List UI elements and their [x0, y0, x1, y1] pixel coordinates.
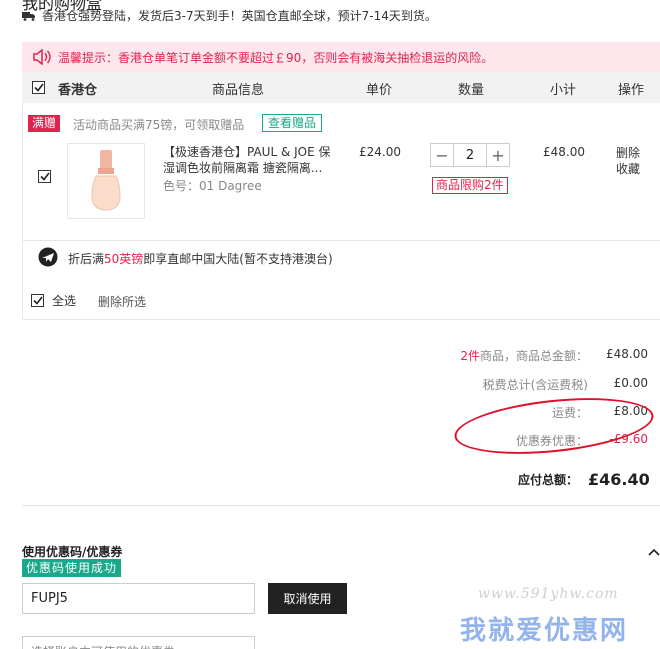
delete-link[interactable]: 删除	[616, 145, 640, 161]
delete-selected-link[interactable]: 删除所选	[98, 293, 146, 310]
shipping-note-text: 香港仓强势登陆，发货后3-7天到手！英国仓直邮全球，预计7-14天到货。	[42, 9, 437, 23]
qty-increase-button[interactable]: +	[487, 144, 509, 166]
header-subtotal: 小计	[550, 83, 577, 98]
summary-items-total: £48.00	[606, 347, 648, 361]
select-all[interactable]: 全选	[31, 292, 76, 309]
warning-banner: 温馨提示：香港仓单笔订单金额不要超过￡90，否则会有被海关抽检退运的风险。	[22, 42, 660, 72]
summary-items-row: 2件商品，商品总金额： £48.00	[460, 347, 648, 364]
item-subtotal: £48.00	[543, 145, 585, 159]
chevron-up-icon[interactable]	[648, 545, 660, 559]
unit-price: £24.00	[359, 145, 401, 159]
annotation-circle	[451, 389, 657, 463]
coupon-success-badge: 优惠码使用成功	[22, 559, 122, 577]
header-unit-price: 单价	[366, 83, 393, 98]
summary-tax-label: 税费总计(含运费税)	[482, 378, 588, 392]
product-name-line1[interactable]: 【极速香港仓】PAUL & JOE 保	[163, 144, 343, 160]
shipping-suffix: 即享直邮中国大陆(暂不支持港澳台)	[143, 252, 333, 266]
cart-table-header: 香港仓 商品信息 单价 数量 小计 操作	[22, 72, 660, 103]
promo-text: 活动商品买满75镑，可领取赠品	[73, 118, 245, 132]
view-gifts-link[interactable]: 查看赠品	[262, 114, 323, 132]
product-name-line2[interactable]: 湿调色妆前隔离霜 搪瓷隔离...	[163, 160, 343, 176]
warehouse-checkbox[interactable]	[32, 81, 45, 94]
warehouse-label: 香港仓	[58, 83, 98, 98]
select-all-checkbox[interactable]	[31, 294, 44, 307]
quantity-stepper: − 2 +	[430, 143, 510, 167]
summary-tax-value: £0.00	[613, 376, 648, 390]
cancel-coupon-button[interactable]: 取消使用	[268, 583, 347, 614]
header-action: 操作	[618, 83, 645, 98]
speaker-icon	[32, 48, 52, 66]
summary-tax-row: 税费总计(含运费税) £0.00	[483, 376, 648, 393]
coupon-select[interactable]: 选择账户中可使用的优惠券	[22, 636, 255, 649]
shipping-promo-text: 折后满50英镑即享直邮中国大陆(暂不支持港澳台)	[68, 250, 333, 267]
shipping-promo-row: 折后满50英镑即享直邮中国大陆(暂不支持港澳台)	[22, 240, 660, 276]
product-image[interactable]	[67, 143, 145, 219]
qty-decrease-button[interactable]: −	[431, 144, 453, 166]
header-quantity: 数量	[458, 83, 485, 98]
purchase-limit-badge: 商品限购2件	[432, 177, 508, 194]
summary-total-label: 应付总额：	[517, 473, 578, 487]
summary-total-value: £46.40	[588, 470, 650, 489]
item-actions: 删除 收藏	[616, 145, 640, 177]
product-name[interactable]: 【极速香港仓】PAUL & JOE 保 湿调色妆前隔离霜 搪瓷隔离...	[163, 144, 343, 176]
coupon-code-input[interactable]	[22, 583, 255, 614]
qty-value[interactable]: 2	[453, 144, 487, 166]
shipping-note: 香港仓强势登陆，发货后3-7天到手！英国仓直邮全球，预计7-14天到货。	[22, 8, 437, 24]
summary-items-label: 2件商品，商品总金额：	[460, 347, 588, 364]
item-checkbox[interactable]	[38, 170, 51, 183]
promo-tag: 满赠	[28, 115, 61, 132]
watermark-url: www.591yhw.com	[478, 586, 619, 602]
shipping-prefix: 折后满	[68, 252, 105, 266]
truck-icon	[22, 11, 36, 21]
shipping-threshold: 50英镑	[104, 252, 144, 266]
select-all-label[interactable]: 全选	[52, 292, 76, 309]
summary-items-text: 商品，商品总金额：	[479, 349, 588, 363]
summary-total-row: 应付总额： £46.40	[517, 470, 650, 489]
product-variant: 色号：01 Dagree	[163, 179, 262, 193]
header-product: 商品信息	[212, 83, 265, 98]
favorite-link[interactable]: 收藏	[616, 161, 640, 177]
coupon-section-title: 使用优惠码/优惠券	[22, 545, 123, 559]
warning-text: 温馨提示：香港仓单笔订单金额不要超过￡90，否则会有被海关抽检退运的风险。	[58, 50, 494, 65]
plane-icon	[38, 247, 58, 270]
summary-item-count: 2件	[460, 349, 480, 363]
watermark-text: 我就爱优惠网	[460, 616, 629, 646]
divider	[22, 505, 660, 506]
